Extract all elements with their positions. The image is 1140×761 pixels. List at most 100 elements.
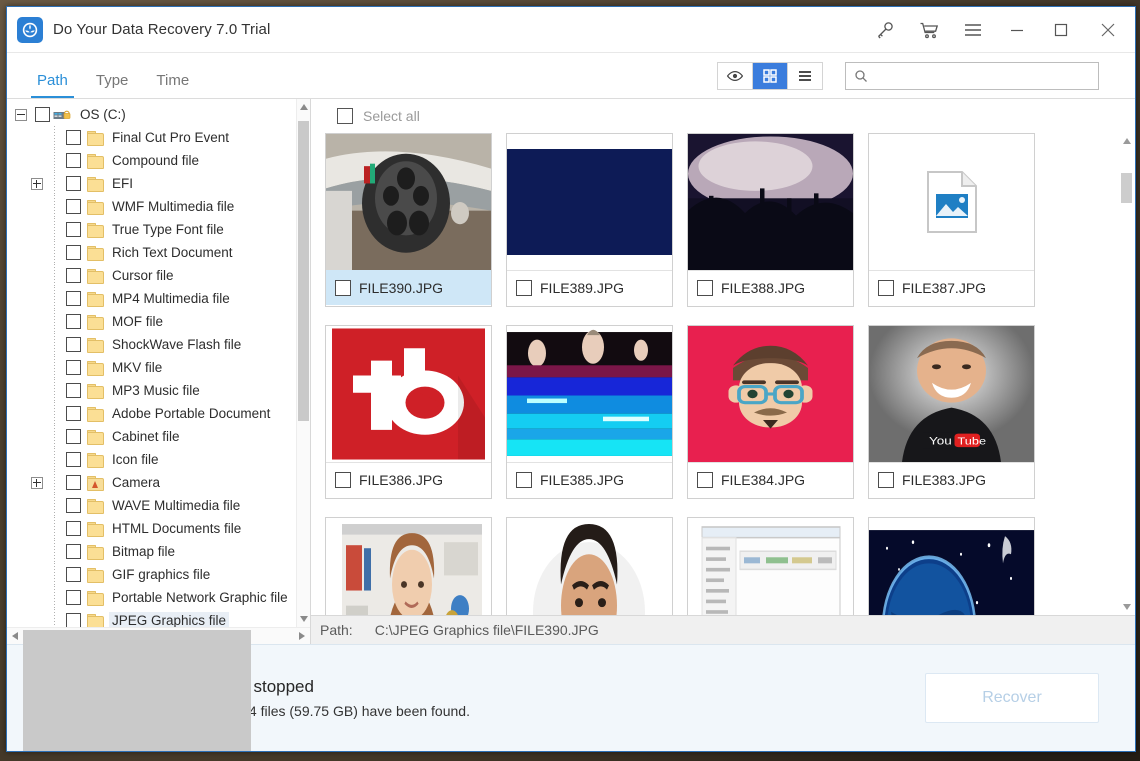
minimize-icon[interactable] <box>995 7 1039 52</box>
tree-checkbox[interactable] <box>66 337 81 352</box>
file-checkbox[interactable] <box>516 472 532 488</box>
tree-hscrollbar-thumb[interactable] <box>23 630 251 752</box>
tree-checkbox[interactable] <box>66 222 81 237</box>
grid-scroll-down-icon[interactable] <box>1120 599 1133 615</box>
file-checkbox[interactable] <box>335 280 351 296</box>
tree-checkbox[interactable] <box>66 475 81 490</box>
tree-checkbox[interactable] <box>66 199 81 214</box>
tree-row[interactable]: MKV file <box>7 356 310 379</box>
file-card[interactable]: FILE389.JPG <box>506 133 673 307</box>
tree-checkbox[interactable] <box>66 590 81 605</box>
tree-checkbox[interactable] <box>66 406 81 421</box>
tree-checkbox[interactable] <box>66 314 81 329</box>
tree-checkbox[interactable] <box>66 130 81 145</box>
maximize-icon[interactable] <box>1039 7 1083 52</box>
expander-plus-icon[interactable] <box>29 477 44 489</box>
tree-checkbox[interactable] <box>66 291 81 306</box>
key-icon[interactable] <box>863 7 907 52</box>
grid-scrollbar-thumb[interactable] <box>1121 173 1132 203</box>
tree-row[interactable]: Portable Network Graphic file <box>7 586 310 609</box>
tree-row[interactable]: WAVE Multimedia file <box>7 494 310 517</box>
file-card[interactable]: FILE385.JPG <box>506 325 673 499</box>
file-checkbox[interactable] <box>878 472 894 488</box>
tree-row[interactable]: MOF file <box>7 310 310 333</box>
tree-scrollbar-thumb[interactable] <box>298 121 309 421</box>
expander-plus-icon[interactable] <box>29 178 44 190</box>
close-icon[interactable] <box>1083 7 1133 52</box>
tree-row[interactable]: Bitmap file <box>7 540 310 563</box>
tree-row[interactable]: EFI <box>7 172 310 195</box>
tab-type[interactable]: Type <box>82 72 143 98</box>
tree-checkbox[interactable] <box>66 567 81 582</box>
tree-checkbox[interactable] <box>66 429 81 444</box>
file-checkbox[interactable] <box>697 472 713 488</box>
file-card[interactable]: You Tube FILE383.JPG <box>868 325 1035 499</box>
select-all-checkbox[interactable] <box>337 108 353 124</box>
tree-scroll-down-icon[interactable] <box>297 611 310 627</box>
recover-button[interactable]: Recover <box>925 673 1099 723</box>
tree-checkbox[interactable] <box>66 452 81 467</box>
tree-checkbox[interactable] <box>66 360 81 375</box>
tree-checkbox[interactable] <box>35 107 50 122</box>
tree-row-root[interactable]: OS (C:) <box>7 103 310 126</box>
tree-checkbox[interactable] <box>66 176 81 191</box>
tree-checkbox[interactable] <box>66 613 81 627</box>
file-card[interactable]: FILE384.JPG <box>687 325 854 499</box>
tree-scroll-up-icon[interactable] <box>297 99 310 115</box>
file-card[interactable] <box>325 517 492 615</box>
tree-row[interactable]: Final Cut Pro Event <box>7 126 310 149</box>
file-grid-scroll[interactable]: FILE390.JPG FILE389.JPG FILE388.JPG FILE… <box>311 133 1135 615</box>
tree-checkbox[interactable] <box>66 245 81 260</box>
cart-icon[interactable] <box>907 7 951 52</box>
tree-row[interactable]: ShockWave Flash file <box>7 333 310 356</box>
tree-row[interactable]: Camera <box>7 471 310 494</box>
file-checkbox[interactable] <box>878 280 894 296</box>
file-card[interactable] <box>506 517 673 615</box>
tree-row[interactable]: JPEG Graphics file <box>7 609 310 627</box>
tab-time[interactable]: Time <box>142 72 203 98</box>
tree-checkbox[interactable] <box>66 498 81 513</box>
tree-row[interactable]: WMF Multimedia file <box>7 195 310 218</box>
grid-scroll-up-icon[interactable] <box>1120 133 1133 149</box>
file-card[interactable]: FILE390.JPG <box>325 133 492 307</box>
tree-row[interactable]: HTML Documents file <box>7 517 310 540</box>
file-card[interactable]: FILE388.JPG <box>687 133 854 307</box>
tree-row[interactable]: GIF graphics file <box>7 563 310 586</box>
file-checkbox[interactable] <box>516 280 532 296</box>
tree-checkbox[interactable] <box>66 521 81 536</box>
tree-row[interactable]: Cabinet file <box>7 425 310 448</box>
search-box[interactable] <box>845 62 1099 90</box>
file-card[interactable] <box>687 517 854 615</box>
list-view-icon[interactable] <box>788 63 822 89</box>
tree-row[interactable]: MP4 Multimedia file <box>7 287 310 310</box>
expander-minus-icon[interactable] <box>13 109 28 121</box>
tree-horizontal-scrollbar[interactable] <box>7 627 310 644</box>
search-input[interactable] <box>874 64 1098 88</box>
tab-path[interactable]: Path <box>23 72 82 98</box>
grid-vertical-scrollbar[interactable] <box>1120 133 1133 615</box>
tree-checkbox[interactable] <box>66 544 81 559</box>
tree-checkbox[interactable] <box>66 153 81 168</box>
tree-row[interactable]: Rich Text Document <box>7 241 310 264</box>
preview-eye-icon[interactable] <box>718 63 753 89</box>
select-all-row[interactable]: Select all <box>311 99 1135 133</box>
tree-row[interactable]: Cursor file <box>7 264 310 287</box>
tree-vertical-scrollbar[interactable] <box>296 99 310 627</box>
hamburger-menu-icon[interactable] <box>951 7 995 52</box>
tree-scroll-right-icon[interactable] <box>294 628 310 644</box>
file-checkbox[interactable] <box>335 472 351 488</box>
tree-checkbox[interactable] <box>66 383 81 398</box>
file-card[interactable]: FILE386.JPG <box>325 325 492 499</box>
file-card[interactable] <box>868 517 1035 615</box>
grid-view-icon[interactable] <box>753 63 788 89</box>
file-checkbox[interactable] <box>697 280 713 296</box>
tree-scroll-left-icon[interactable] <box>7 628 23 644</box>
tree-row[interactable]: MP3 Music file <box>7 379 310 402</box>
tree-checkbox[interactable] <box>66 268 81 283</box>
folder-tree[interactable]: OS (C:) Final Cut Pro EventCompound file… <box>7 99 310 627</box>
tree-row[interactable]: Icon file <box>7 448 310 471</box>
tree-row[interactable]: Adobe Portable Document <box>7 402 310 425</box>
file-card[interactable]: FILE387.JPG <box>868 133 1035 307</box>
tree-row[interactable]: Compound file <box>7 149 310 172</box>
tree-row[interactable]: True Type Font file <box>7 218 310 241</box>
